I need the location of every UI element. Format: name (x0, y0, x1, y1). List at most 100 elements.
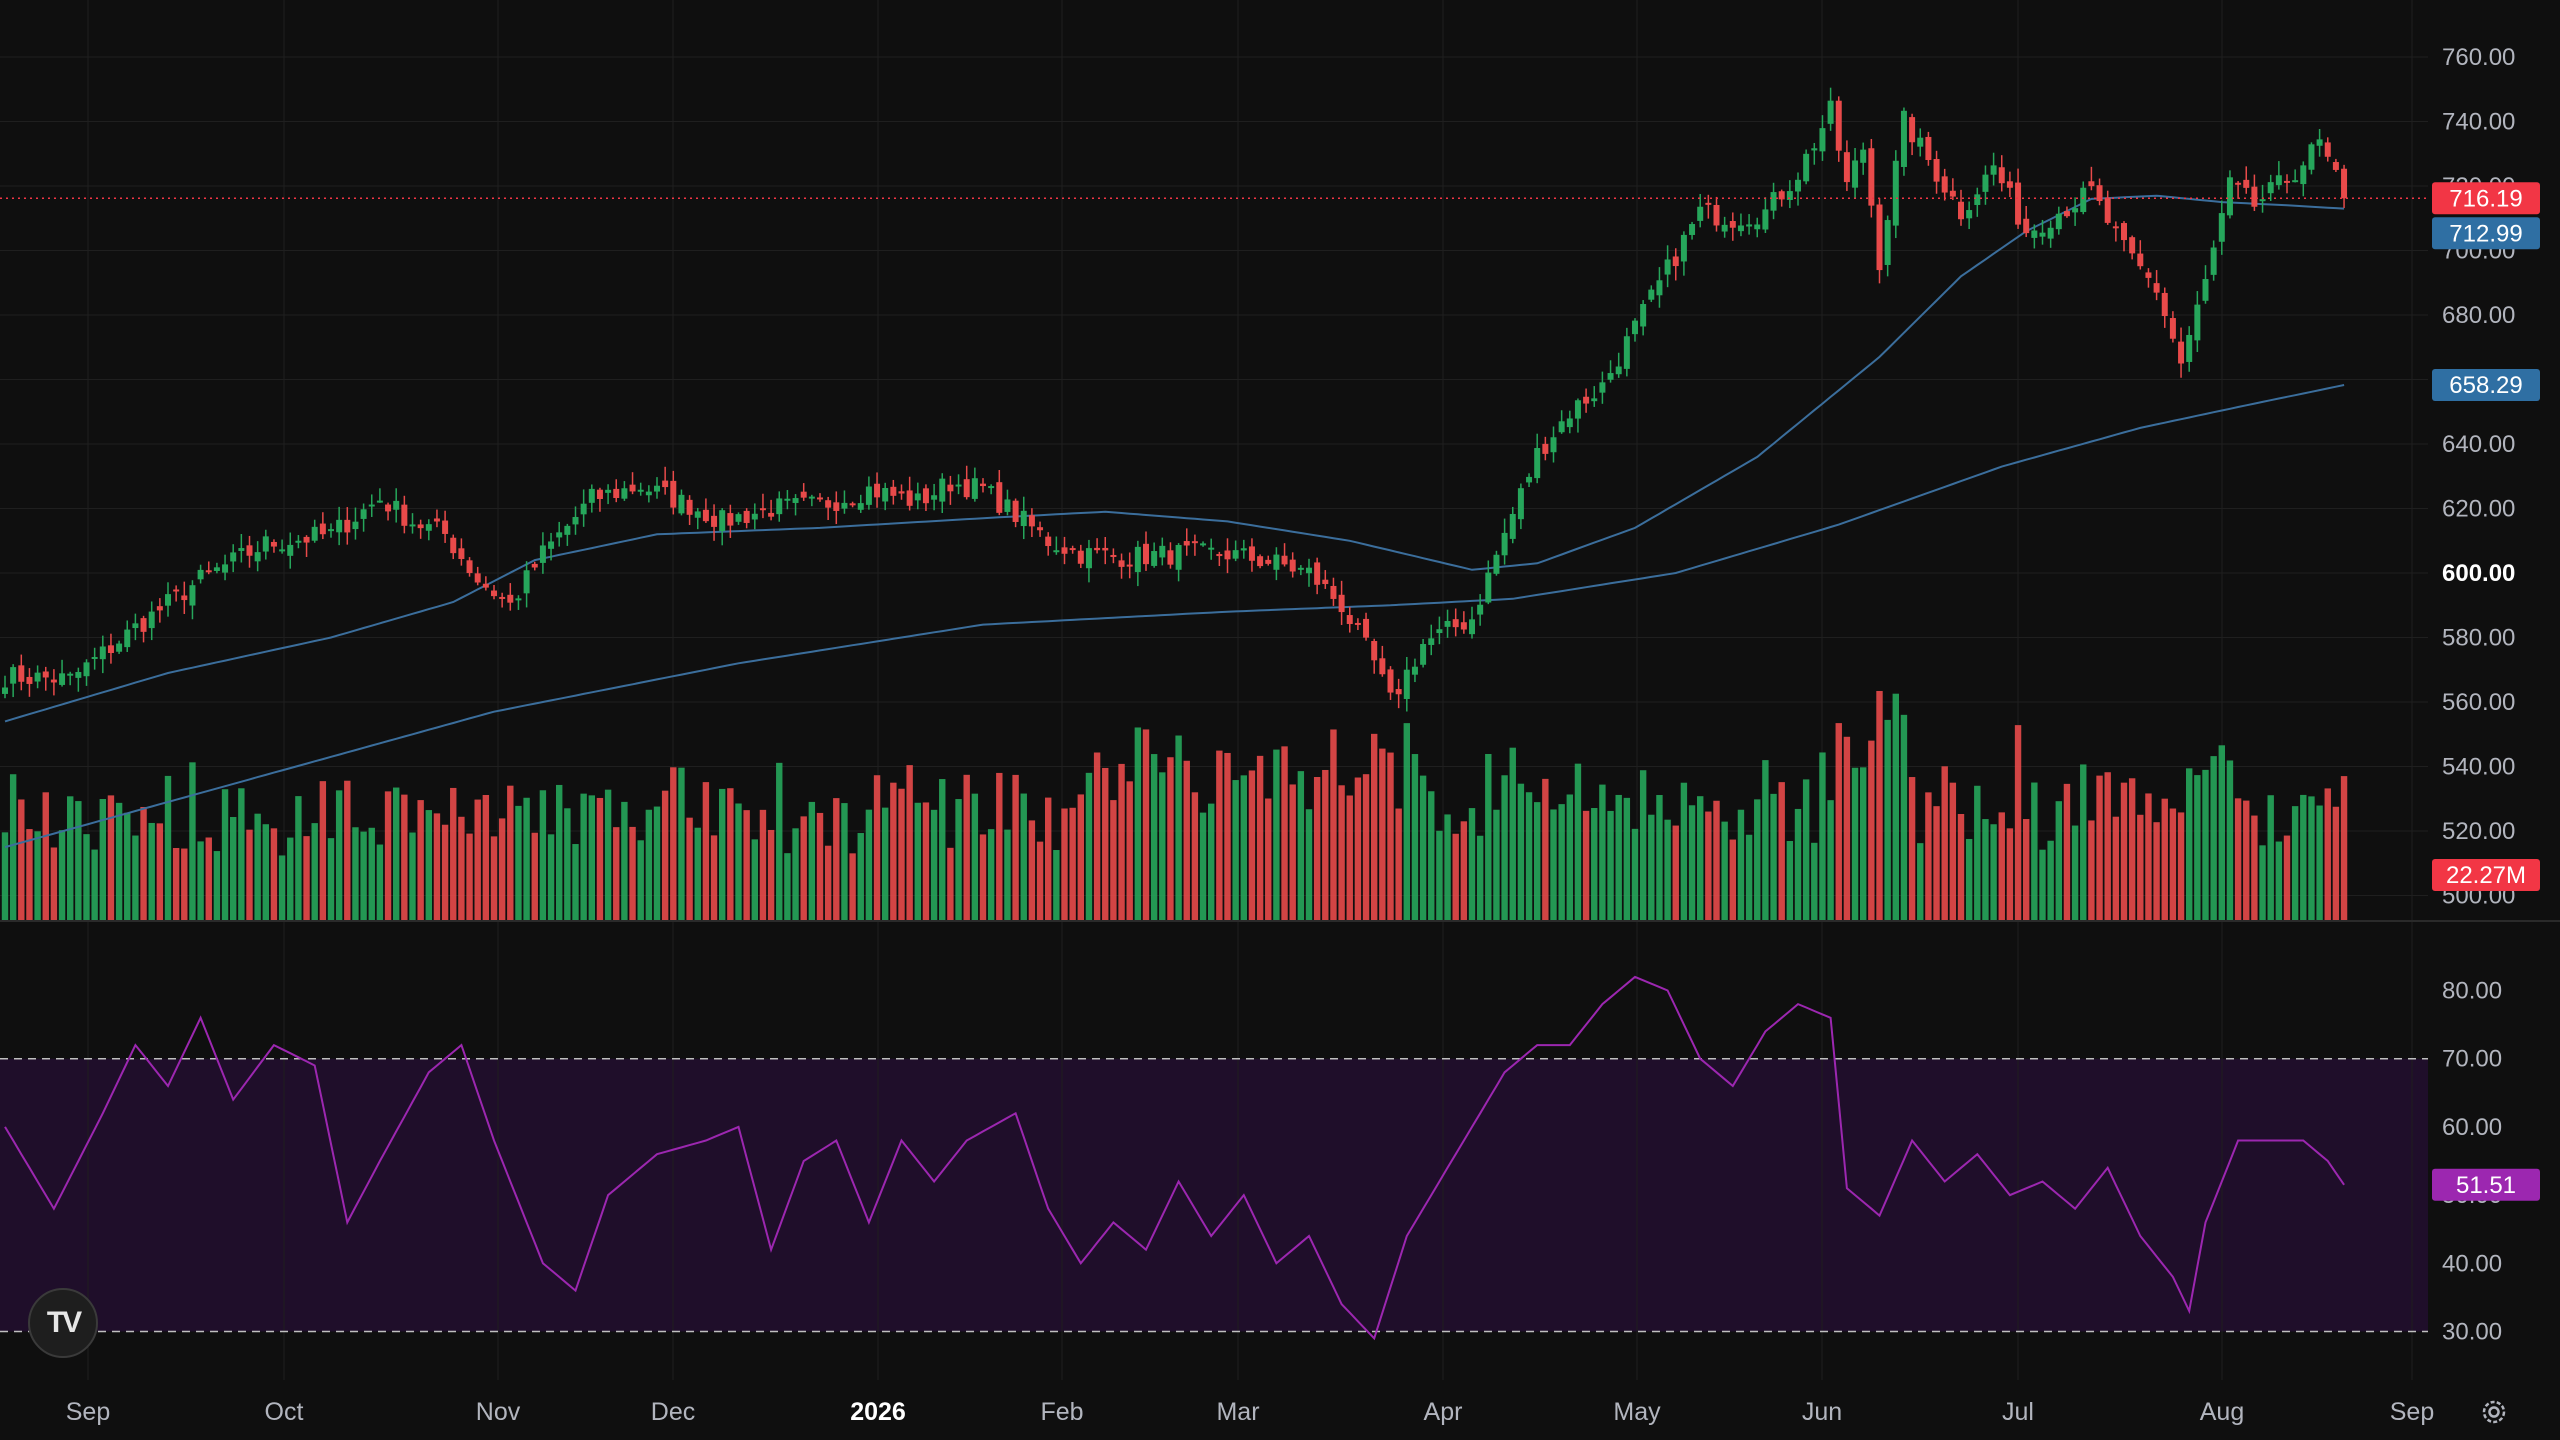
volume-bar (702, 782, 710, 921)
candle-body (1257, 556, 1264, 567)
volume-bar (156, 823, 164, 921)
rsi-overbought-oversold-band (0, 1058, 2428, 1332)
candle-body (1713, 204, 1720, 226)
rsi-tick-label: 60.00 (2442, 1114, 2502, 1141)
candle-body (922, 488, 929, 504)
volume-bar (1175, 735, 1182, 921)
volume-bar (221, 789, 229, 921)
candle-body (238, 548, 245, 551)
candle-body (1436, 629, 1443, 634)
candle-body (588, 488, 595, 503)
candle-body (539, 545, 546, 563)
candle-body (254, 552, 261, 562)
volume-bar (1289, 784, 1296, 921)
volume-bar (344, 780, 351, 921)
volume-bar (613, 827, 620, 921)
volume-bar (1159, 772, 1166, 921)
rsi-tick-label: 80.00 (2442, 978, 2502, 1005)
volume-bar (1843, 736, 1851, 921)
volume-bar (1933, 806, 1940, 921)
volume-bar (751, 839, 758, 921)
volume-bar (1688, 805, 1696, 921)
volume-bar (278, 855, 286, 921)
volume-bar (1582, 810, 1590, 921)
volume-bar (1876, 690, 1883, 921)
volume-bar (906, 765, 913, 921)
volume-bar (507, 785, 514, 921)
volume-bar (1745, 834, 1753, 921)
candle-body (1403, 669, 1410, 700)
candle-body (2226, 177, 2233, 216)
time-tick-label: May (1613, 1398, 1661, 1426)
volume-bar (401, 794, 408, 921)
candle-body (629, 484, 636, 492)
volume-bar (1713, 800, 1720, 921)
volume-bar (1012, 774, 1019, 921)
volume-bar (303, 836, 310, 921)
candle-body (18, 665, 25, 682)
candle-body (1354, 622, 1361, 625)
gear-icon[interactable] (2474, 1392, 2514, 1432)
volume-bar (295, 796, 302, 921)
stock-chart[interactable]: 760.00740.00720.00700.00680.00660.00640.… (0, 0, 2560, 1440)
candle-body (865, 486, 872, 505)
volume-bar (2291, 806, 2299, 921)
candle-body (1795, 179, 1801, 192)
candle-body (1371, 641, 1378, 661)
candle-body (662, 480, 669, 488)
volume-bar (1892, 693, 1899, 921)
candle-body (1542, 443, 1549, 454)
volume-bar (2063, 783, 2071, 921)
volume-bar (1028, 820, 1036, 921)
time-tick-label: Mar (1216, 1398, 1259, 1426)
candle-body (99, 646, 106, 660)
volume-bar (466, 833, 473, 921)
volume-bar (2014, 725, 2022, 921)
candle-body (1623, 336, 1630, 369)
candle-body (1045, 536, 1052, 547)
candle-body (1200, 543, 1207, 546)
candle-body (531, 563, 538, 568)
candle-body (189, 585, 196, 606)
candle-body (2210, 247, 2217, 275)
volume-bar (474, 799, 481, 921)
volume-bar (458, 816, 465, 921)
candle-body (2332, 162, 2339, 170)
volume-bar (2137, 814, 2144, 921)
candle-body (1982, 174, 1989, 192)
price-tick-label: 540.00 (2442, 754, 2515, 781)
volume-bar (498, 818, 506, 921)
ma200-badge: 658.29 (2449, 372, 2522, 399)
volume-bar (1020, 793, 1027, 921)
candle-body (1803, 153, 1810, 182)
volume-bar (2071, 825, 2079, 921)
gear-glyph (2482, 1400, 2506, 1424)
candle-body (230, 552, 237, 562)
volume-bar (1191, 792, 1199, 921)
volume-bar (2186, 768, 2193, 921)
price-tick-label: 520.00 (2442, 818, 2515, 845)
tradingview-logo-icon[interactable]: TV (28, 1288, 98, 1358)
volume-bar (1908, 777, 1916, 921)
candle-body (148, 611, 155, 629)
volume-bar (808, 801, 816, 921)
candle-body (1069, 548, 1076, 551)
candle-body (2023, 218, 2030, 234)
candle-body (711, 515, 718, 527)
candle-body (1191, 541, 1198, 544)
candle-body (1615, 366, 1622, 375)
volume-bar (1754, 799, 1761, 921)
candle-body (556, 532, 563, 538)
volume-bar (50, 847, 58, 921)
volume-bar (1762, 760, 1769, 921)
volume-bar (2308, 796, 2315, 921)
volume-bar (645, 809, 653, 921)
volume-bar (1468, 808, 1476, 921)
volume-bar (1860, 767, 1867, 921)
candle-body (1134, 546, 1141, 573)
volume-bar (189, 762, 196, 921)
candle-body (1020, 510, 1027, 527)
candle-body (401, 504, 408, 526)
candle-body (2, 687, 8, 694)
volume-bar (1110, 800, 1117, 921)
